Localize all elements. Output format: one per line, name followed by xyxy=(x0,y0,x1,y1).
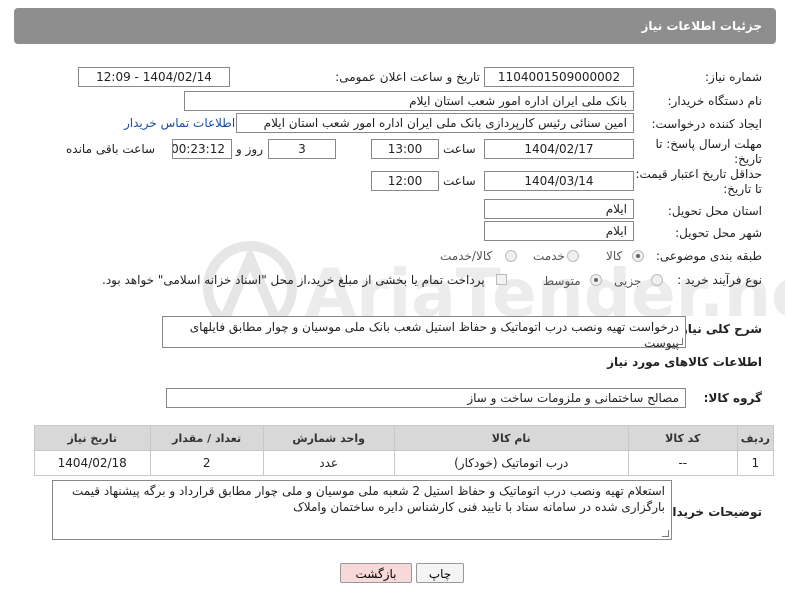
deadline-label-date: تاریخ: xyxy=(734,152,762,166)
resize-handle-icon[interactable] xyxy=(662,530,669,537)
cell-qty: 2 xyxy=(149,450,264,476)
category-radio-goods[interactable] xyxy=(632,250,644,262)
city-field[interactable]: ایلام xyxy=(484,221,634,241)
col-name: نام کالا xyxy=(393,425,629,451)
buyer-notes-textarea[interactable]: استعلام تهیه ونصب درب اتوماتیک و حفاظ اس… xyxy=(52,480,672,540)
creator-label: ایجاد کننده درخواست: xyxy=(651,117,762,131)
buyer-org-field[interactable]: بانک ملی ایران اداره امور شعب استان ایلا… xyxy=(184,91,634,111)
buyer-notes-text: استعلام تهیه ونصب درب اتوماتیک و حفاظ اس… xyxy=(71,484,665,514)
announce-field[interactable]: 1404/02/14 - 12:09 xyxy=(78,67,230,87)
col-date: تاریخ نیاز xyxy=(34,425,151,451)
summary-textarea[interactable]: درخواست تهیه ونصب درب اتوماتیک و حفاظ اس… xyxy=(162,316,686,350)
summary-label: شرح کلی نیاز: xyxy=(676,322,762,336)
table-row[interactable]: 1 -- درب اتوماتیک (خودکار) عدد 2 1404/02… xyxy=(34,450,775,476)
treasury-payment-checkbox[interactable] xyxy=(496,274,507,285)
goods-group-label: گروه کالا: xyxy=(703,391,762,405)
process-label: نوع فرآیند خرید : xyxy=(677,273,762,287)
days-label: روز و xyxy=(236,142,263,156)
deadline-time-field[interactable]: 13:00 xyxy=(371,139,439,159)
category-option-goods: کالا xyxy=(606,249,623,263)
print-button[interactable]: چاپ xyxy=(416,563,464,583)
header-panel: جزئیات اطلاعات نیاز xyxy=(14,8,776,44)
back-button[interactable]: بازگشت xyxy=(340,563,412,583)
deadline-time-label: ساعت xyxy=(443,142,476,156)
category-option-service: خدمت xyxy=(533,249,565,263)
col-row: ردیف xyxy=(736,425,775,451)
category-option-both: کالا/خدمت xyxy=(440,249,493,263)
goods-table-header: ردیف کد کالا نام کالا واحد شمارش تعداد /… xyxy=(34,425,775,451)
need-number-field[interactable]: 1104001509000002 xyxy=(484,67,634,87)
province-field[interactable]: ایلام xyxy=(484,199,634,219)
remaining-label: ساعت باقی مانده xyxy=(66,142,156,156)
category-radio-service[interactable] xyxy=(567,250,579,262)
creator-field[interactable]: امین سنائی رئیس کارپردازی بانک ملی ایران… xyxy=(236,113,634,133)
buyer-notes-label: توضیحات خریدار: xyxy=(660,505,762,519)
payment-note: پرداخت تمام یا بخشی از مبلغ خرید،از محل … xyxy=(102,273,485,287)
process-radio-medium[interactable] xyxy=(590,274,602,286)
goods-table: ردیف کد کالا نام کالا واحد شمارش تعداد /… xyxy=(34,425,775,476)
cell-date: 1404/02/18 xyxy=(34,450,151,476)
deadline-date-field[interactable]: 1404/02/17 xyxy=(484,139,634,159)
buyer-org-label: نام دستگاه خریدار: xyxy=(667,94,763,108)
deadline-label: مهلت ارسال پاسخ: تا xyxy=(655,137,762,151)
summary-text: درخواست تهیه ونصب درب اتوماتیک و حفاظ اس… xyxy=(189,320,679,350)
min-price-label: حداقل تاریخ اعتبار قیمت: xyxy=(635,167,762,181)
process-radio-minor[interactable] xyxy=(651,274,663,286)
cell-row: 1 xyxy=(736,450,775,476)
min-price-time-label: ساعت xyxy=(443,174,476,188)
goods-section-title: اطلاعات کالاهای مورد نیاز xyxy=(607,355,762,369)
need-number-label: شماره نیاز: xyxy=(705,70,762,84)
province-label: استان محل تحویل: xyxy=(667,204,762,218)
col-code: کد کالا xyxy=(627,425,738,451)
announce-label: تاریخ و ساعت اعلان عمومی: xyxy=(335,70,480,84)
min-price-label-date: تا تاریخ: xyxy=(723,182,762,196)
goods-group-field[interactable]: مصالح ساختمانی و ملزومات ساخت و ساز xyxy=(166,388,686,408)
category-label: طبقه بندی موضوعی: xyxy=(655,249,762,263)
page-title: جزئیات اطلاعات نیاز xyxy=(641,19,762,33)
cell-name: درب اتوماتیک (خودکار) xyxy=(393,450,629,476)
remaining-time-field[interactable]: 00:23:12 xyxy=(172,139,232,159)
resize-handle-icon[interactable] xyxy=(676,338,683,345)
buyer-contact-link[interactable]: اطلاعات تماس خریدار xyxy=(124,116,235,130)
city-label: شهر محل تحویل: xyxy=(675,226,762,240)
col-qty: تعداد / مقدار xyxy=(149,425,264,451)
min-price-date-field[interactable]: 1404/03/14 xyxy=(484,171,634,191)
col-unit: واحد شمارش xyxy=(262,425,395,451)
days-field[interactable]: 3 xyxy=(268,139,336,159)
min-price-time-field[interactable]: 12:00 xyxy=(371,171,439,191)
process-option-medium: متوسط xyxy=(543,274,581,288)
process-option-minor: جزیی xyxy=(614,274,642,288)
cell-unit: عدد xyxy=(262,450,395,476)
category-radio-both[interactable] xyxy=(505,250,517,262)
cell-code: -- xyxy=(627,450,738,476)
